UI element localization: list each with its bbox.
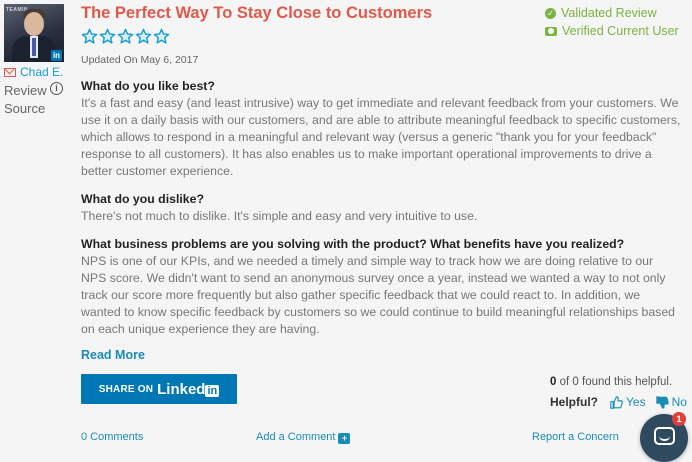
reviewer-name-link[interactable]: Chad E. [4, 65, 63, 79]
share-label: SHARE ON [98, 383, 154, 395]
section-like: What do you like best? It's a fast and e… [81, 78, 681, 180]
validated-label: Validated Review [561, 6, 657, 20]
helpful-vote: Helpful? Yes No [550, 395, 692, 409]
validated-badge: ✓ Validated Review [545, 4, 679, 22]
vote-no-button[interactable]: No [655, 395, 687, 409]
star-icon [81, 28, 98, 44]
star-icon [117, 28, 134, 44]
report-concern-link[interactable]: Report a Concern [532, 431, 619, 443]
question: What do you like best? [81, 79, 215, 93]
linkedin-brand-text: Linked [157, 380, 206, 398]
vote-yes-button[interactable]: Yes [610, 395, 646, 409]
vote-no-label: No [671, 395, 687, 409]
linkedin-badge-icon[interactable]: in [51, 50, 62, 61]
helpful-found-count: 0 [550, 376, 557, 388]
star-icon [153, 28, 170, 44]
reviewer-name[interactable]: Chad E. [20, 65, 63, 79]
thumbs-up-icon [610, 395, 623, 409]
helpful-question: Helpful? [550, 395, 598, 409]
share-linkedin-button[interactable]: SHARE ON Linked in [81, 374, 237, 404]
star-rating [81, 28, 170, 45]
chat-notification-badge: 1 [672, 412, 686, 426]
helpful-of: of [559, 376, 570, 388]
updated-date: Updated On May 6, 2017 [81, 54, 199, 66]
helpful-total: 0 [572, 376, 579, 388]
camera-icon [545, 26, 557, 36]
add-comment-link[interactable]: Add a Comment + [256, 431, 351, 444]
envelope-icon [4, 67, 16, 77]
comments-link[interactable]: 0 Comments [81, 431, 143, 443]
review-badges: ✓ Validated Review Verified Current User [545, 4, 679, 40]
helpful-suffix: found this helpful. [582, 376, 673, 388]
review-content: What do you like best? It's a fast and e… [81, 78, 681, 349]
answer: There's not much to dislike. It's simple… [81, 209, 478, 223]
check-circle-icon: ✓ [545, 7, 556, 19]
thumbs-down-icon [655, 395, 669, 409]
vote-yes-label: Yes [626, 395, 646, 409]
helpful-count: 0 of 0 found this helpful. [550, 376, 672, 388]
verified-badge: Verified Current User [545, 22, 679, 40]
read-more-link[interactable]: Read More [81, 348, 145, 362]
linkedin-in-icon: in [205, 384, 220, 397]
verified-label: Verified Current User [562, 24, 679, 38]
question: What business problems are you solving w… [81, 237, 625, 251]
review-source-label: Review Source [4, 83, 47, 116]
section-dislike: What do you dislike? There's not much to… [81, 191, 681, 225]
add-comment-label: Add a Comment [256, 431, 336, 443]
linkedin-wordmark: Linked in [157, 380, 220, 398]
star-icon [135, 28, 152, 44]
section-business-problems: What business problems are you solving w… [81, 236, 681, 338]
answer: It's a fast and easy (and least intrusiv… [81, 96, 681, 178]
answer: NPS is one of our KPIs, and we needed a … [81, 254, 676, 336]
info-icon[interactable]: i [50, 82, 63, 95]
star-icon [99, 28, 116, 44]
comment-plus-icon: + [338, 433, 351, 444]
review-title[interactable]: The Perfect Way To Stay Close to Custome… [81, 4, 432, 23]
question: What do you dislike? [81, 192, 204, 206]
